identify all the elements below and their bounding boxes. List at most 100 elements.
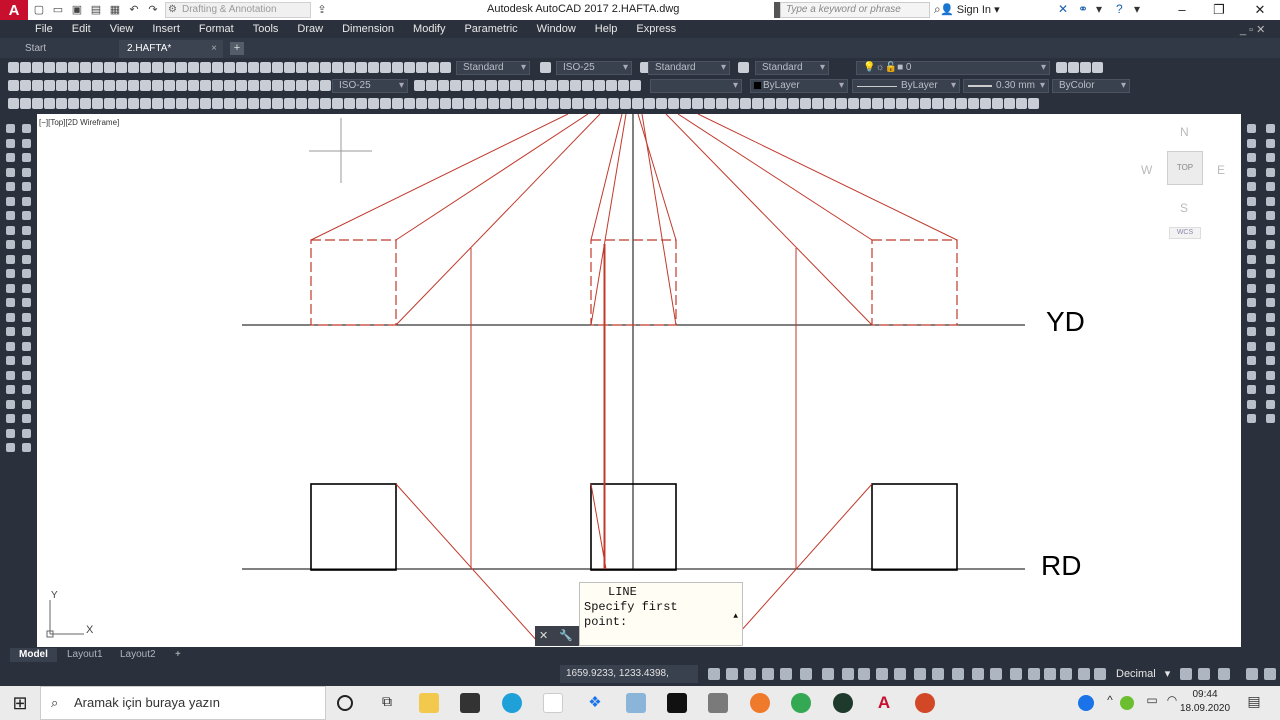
tool-button[interactable] [1266, 153, 1275, 162]
status-toggle-button[interactable] [990, 668, 1002, 680]
toolbar-button[interactable] [1092, 62, 1103, 73]
tool-button[interactable] [22, 182, 31, 191]
toolbar-button[interactable] [848, 98, 859, 109]
tool-button[interactable] [1247, 269, 1256, 278]
netflix-icon[interactable] [667, 693, 687, 713]
toolbar-button[interactable] [440, 98, 451, 109]
status-toggle-button[interactable] [932, 668, 944, 680]
toolbar-button[interactable] [606, 80, 617, 91]
toolbar-button[interactable] [20, 80, 31, 91]
toolbar-button[interactable] [656, 98, 667, 109]
menu-help[interactable]: Help [595, 23, 618, 35]
tool-button[interactable] [1266, 182, 1275, 191]
tool-button[interactable] [1247, 414, 1256, 423]
toolbar-button[interactable] [332, 62, 343, 73]
toolbar-button[interactable] [8, 98, 19, 109]
status-toggle-button[interactable] [876, 668, 888, 680]
tool-button[interactable] [6, 298, 15, 307]
toolbar-button[interactable] [32, 98, 43, 109]
toolbar-button[interactable] [800, 98, 811, 109]
toolbar-button[interactable] [476, 98, 487, 109]
toolbar-button[interactable] [450, 80, 461, 91]
toolbar-button[interactable] [498, 80, 509, 91]
status-toggle-button[interactable] [1264, 668, 1276, 680]
tool-button[interactable] [1247, 153, 1256, 162]
viewcube-west[interactable]: W [1141, 163, 1152, 177]
tool-button[interactable] [6, 443, 15, 452]
toolbar-button[interactable] [152, 62, 163, 73]
tool-button[interactable] [22, 312, 31, 322]
tool-button[interactable] [1247, 327, 1256, 336]
toolbar-button[interactable] [200, 62, 211, 73]
tray-chevron-icon[interactable]: ^ [1100, 693, 1120, 713]
taskbar-search[interactable]: ⌕ Aramak için buraya yazın [40, 686, 326, 720]
tool-button[interactable] [22, 298, 31, 307]
tool-button[interactable] [6, 182, 15, 191]
toolbar-button[interactable] [524, 98, 535, 109]
chrome-icon[interactable] [791, 693, 811, 713]
toolbar-button[interactable] [332, 98, 343, 109]
status-toggle-button[interactable] [1010, 668, 1022, 680]
new-tab-button[interactable]: + [230, 42, 244, 55]
toolbar-button[interactable] [80, 62, 91, 73]
toolbar-button[interactable] [8, 80, 19, 91]
tool-button[interactable] [1266, 283, 1275, 293]
toolbar-button[interactable] [8, 62, 19, 73]
tool-button[interactable] [1247, 298, 1256, 307]
toolbar-button[interactable] [630, 80, 641, 91]
toolbar-button[interactable] [80, 80, 91, 91]
toolbar-button[interactable] [462, 80, 473, 91]
toolbar-button[interactable] [932, 98, 943, 109]
toolbar-button[interactable] [32, 80, 43, 91]
toolbar-button[interactable] [56, 62, 67, 73]
toolbar-button[interactable] [188, 80, 199, 91]
tab-model[interactable]: Model [10, 648, 57, 662]
tool-button[interactable] [6, 283, 15, 293]
help-icon[interactable]: ? [1116, 2, 1123, 16]
tool-button[interactable] [1247, 138, 1256, 148]
toolbar-button[interactable] [716, 98, 727, 109]
tool-button[interactable] [22, 225, 31, 235]
notifications-icon[interactable]: ▤ [1244, 693, 1264, 713]
windows-start-button[interactable]: ⊞ [0, 686, 40, 720]
toolbar-button[interactable] [344, 62, 355, 73]
tool-button[interactable] [1266, 211, 1275, 220]
status-toggle-button[interactable] [1246, 668, 1258, 680]
tool-button[interactable] [1266, 225, 1275, 235]
tab-start[interactable]: Start [17, 40, 117, 58]
exchange-icon[interactable]: ✕ [1058, 2, 1068, 16]
toolbar-button[interactable] [452, 98, 463, 109]
viewcube-east[interactable]: E [1217, 163, 1225, 177]
tool-button[interactable] [6, 138, 15, 148]
table-style-dropdown[interactable]: Standard [648, 61, 730, 75]
close-icon[interactable]: ✕ [539, 630, 548, 642]
status-toggle-button[interactable] [1198, 668, 1210, 680]
toolbar-button[interactable] [140, 80, 151, 91]
plot-icon[interactable]: ▦ [107, 3, 123, 17]
tool-button[interactable] [1266, 196, 1275, 206]
text-style-dropdown[interactable]: Standard [456, 61, 530, 75]
toolbar-button[interactable] [428, 98, 439, 109]
toolbar-button[interactable] [980, 98, 991, 109]
toolbar-button[interactable] [416, 62, 427, 73]
dropbox-icon[interactable]: ❖ [585, 693, 605, 713]
toolbar-button[interactable] [944, 98, 955, 109]
toolbar-button[interactable] [908, 98, 919, 109]
toolbar-button[interactable] [200, 98, 211, 109]
toolbar-button[interactable] [92, 98, 103, 109]
toolbar-button[interactable] [284, 62, 295, 73]
toolbar-button[interactable] [582, 80, 593, 91]
toolbar-button[interactable] [188, 62, 199, 73]
battery-icon[interactable]: ▭ [1142, 693, 1162, 713]
help-tray-icon[interactable] [1078, 695, 1094, 711]
toolbar-button[interactable] [92, 80, 103, 91]
toolbar-button[interactable] [896, 98, 907, 109]
toolbar-button[interactable] [152, 80, 163, 91]
menu-window[interactable]: Window [537, 23, 576, 35]
tool-button[interactable] [1266, 298, 1275, 307]
wrench-icon[interactable]: 🔧 [559, 630, 573, 642]
toolbar-button[interactable] [510, 80, 521, 91]
tool-button[interactable] [6, 269, 15, 278]
close-button[interactable]: ✕ [1248, 1, 1272, 19]
tool-button[interactable] [22, 153, 31, 162]
